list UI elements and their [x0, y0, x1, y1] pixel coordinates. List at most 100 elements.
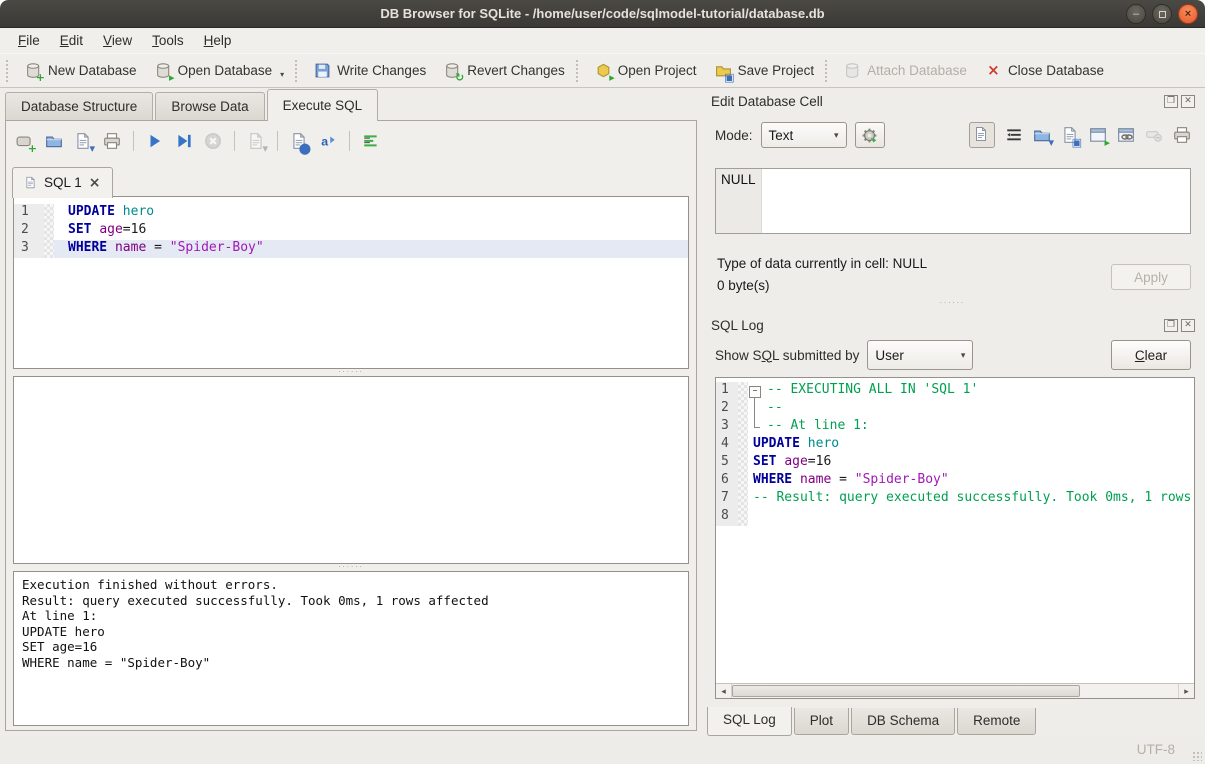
main-area: Database Structure Browse Data Execute S… — [0, 88, 1205, 736]
execute-all-icon[interactable] — [146, 132, 164, 150]
revert-changes-label: Revert Changes — [467, 63, 565, 78]
sql-document-icon — [24, 175, 37, 190]
close-tab-icon[interactable]: × — [89, 176, 101, 190]
menu-file[interactable]: File — [8, 30, 50, 51]
apply-button: Apply — [1111, 264, 1191, 290]
revert-changes-button[interactable]: ↻ Revert Changes — [435, 58, 574, 83]
menu-edit[interactable]: Edit — [50, 30, 93, 51]
sql-log-frame: 1-- EXECUTING ALL IN 'SQL 1'2--3-- At li… — [715, 377, 1195, 699]
execution-log-pane[interactable]: Execution finished without errors. Resul… — [13, 571, 689, 726]
sql-log-hscrollbar[interactable]: ◂ ▸ — [716, 683, 1194, 698]
cell-value: NULL — [721, 172, 756, 187]
attach-database-label: Attach Database — [867, 63, 967, 78]
open-database-label: Open Database — [178, 63, 273, 78]
tab-browse-data[interactable]: Browse Data — [155, 92, 264, 120]
dock-splitter[interactable]: ······ — [705, 300, 1200, 308]
open-project-button[interactable]: ▸ Open Project — [586, 58, 706, 83]
new-tab-icon[interactable]: + — [16, 132, 34, 150]
open-sql-file-icon[interactable] — [45, 132, 63, 150]
results-pane[interactable] — [13, 376, 689, 564]
toolbar-drag-handle[interactable] — [6, 60, 10, 82]
print-icon[interactable] — [1173, 126, 1191, 144]
minimize-button[interactable]: ‒ — [1126, 4, 1146, 24]
menubar: File Edit View Tools Help — [0, 28, 1205, 53]
tab-execute-sql[interactable]: Execute SQL — [267, 89, 379, 121]
chevron-down-icon: ▾ — [961, 350, 966, 361]
close-icon[interactable]: ✕ — [1181, 95, 1195, 108]
menu-help[interactable]: Help — [194, 30, 242, 51]
toolbar-separator — [277, 131, 278, 151]
print-icon[interactable] — [103, 132, 121, 150]
sql-log-dock-title: SQL Log ❐ ✕ — [711, 314, 1195, 336]
sql-editor-code[interactable]: 1UPDATE hero2SET age=163WHERE name = "Sp… — [14, 197, 688, 258]
sql-tab-label: SQL 1 — [44, 175, 82, 190]
open-database-button[interactable]: ▸ Open Database ▾ — [146, 58, 294, 83]
cell-type-info: Type of data currently in cell: NULL — [717, 256, 927, 271]
write-changes-button[interactable]: Write Changes — [305, 58, 435, 83]
clear-label: Clear — [1135, 348, 1167, 363]
close-icon[interactable]: ✕ — [1181, 319, 1195, 332]
sql-editor[interactable]: 1UPDATE hero2SET age=163WHERE name = "Sp… — [13, 196, 689, 369]
save-project-button[interactable]: ▣ Save Project — [706, 58, 824, 83]
write-changes-label: Write Changes — [337, 63, 426, 78]
open-in-external-icon[interactable]: ▸ — [1089, 126, 1107, 144]
tab-database-structure[interactable]: Database Structure — [5, 92, 153, 120]
find-icon[interactable]: ⬤ — [290, 132, 308, 150]
titlebar[interactable]: DB Browser for SQLite - /home/user/code/… — [0, 0, 1205, 28]
sql-log-title: SQL Log — [711, 318, 764, 333]
text-mode-icon — [973, 126, 989, 142]
word-wrap-icon[interactable] — [1005, 126, 1023, 144]
cell-text-area[interactable] — [762, 169, 1190, 233]
text-mode-button[interactable] — [969, 122, 995, 148]
resize-grip-icon[interactable] — [1192, 751, 1202, 761]
tab-db-schema[interactable]: DB Schema — [851, 708, 955, 735]
save-results-icon: ▾ — [247, 132, 265, 150]
mode-select[interactable]: Text ▾ — [761, 122, 847, 148]
toolbar-separator — [825, 60, 829, 82]
float-icon[interactable]: ❐ — [1164, 319, 1178, 332]
write-changes-icon — [314, 62, 331, 79]
scroll-left-icon[interactable]: ◂ — [716, 684, 732, 698]
revert-changes-icon: ↻ — [444, 62, 461, 79]
attach-database-button: Attach Database — [835, 58, 976, 83]
sql-log-view[interactable]: 1-- EXECUTING ALL IN 'SQL 1'2--3-- At li… — [716, 378, 1194, 683]
edit-cell-title: Edit Database Cell — [711, 94, 823, 109]
clear-button[interactable]: Clear — [1111, 340, 1191, 370]
scroll-right-icon[interactable]: ▸ — [1178, 684, 1194, 698]
tab-remote[interactable]: Remote — [957, 708, 1036, 735]
tab-plot[interactable]: Plot — [794, 708, 849, 735]
import-data-icon[interactable]: ▾ — [1033, 126, 1051, 144]
close-database-button[interactable]: × Close Database — [976, 58, 1113, 83]
chevron-down-icon: ▾ — [834, 130, 839, 141]
submitter-select[interactable]: User ▾ — [867, 340, 973, 370]
word-wrap-icon[interactable] — [362, 132, 380, 150]
tab-sql-log[interactable]: SQL Log — [707, 707, 792, 736]
scrollbar-thumb[interactable] — [732, 685, 1080, 697]
sql-tab-bar: SQL 1 × — [12, 166, 113, 197]
execute-current-line-icon[interactable] — [175, 132, 193, 150]
encoding-indicator[interactable]: UTF-8 — [1137, 742, 1175, 757]
menu-view[interactable]: View — [93, 30, 142, 51]
scrollbar-track[interactable] — [732, 684, 1178, 698]
cell-settings-button[interactable] — [855, 122, 885, 148]
open-project-icon: ▸ — [595, 62, 612, 79]
cell-editor[interactable]: NULL — [715, 168, 1191, 234]
copy-link-icon[interactable] — [1117, 126, 1135, 144]
new-database-button[interactable]: + New Database — [16, 58, 146, 83]
toolbar-separator — [234, 131, 235, 151]
format-sql-icon[interactable]: a — [319, 132, 337, 150]
database-open-icon: ▸ — [155, 62, 172, 79]
sql-tab-sql1[interactable]: SQL 1 × — [12, 167, 113, 198]
maximize-button[interactable] — [1152, 4, 1172, 24]
submitter-value: User — [875, 348, 904, 363]
export-data-icon[interactable]: ▣ — [1061, 126, 1079, 144]
float-icon[interactable]: ❐ — [1164, 95, 1178, 108]
menu-tools[interactable]: Tools — [142, 30, 194, 51]
open-database-dropdown-icon[interactable]: ▾ — [280, 70, 284, 79]
save-sql-file-icon[interactable]: ▾ — [74, 132, 92, 150]
filter-label: Show SQL submitted by — [715, 348, 859, 363]
left-pane: Database Structure Browse Data Execute S… — [5, 88, 697, 736]
close-button[interactable]: × — [1178, 4, 1198, 24]
toolbar-separator — [133, 131, 134, 151]
main-toolbar: + New Database ▸ Open Database ▾ Write C… — [0, 53, 1205, 88]
